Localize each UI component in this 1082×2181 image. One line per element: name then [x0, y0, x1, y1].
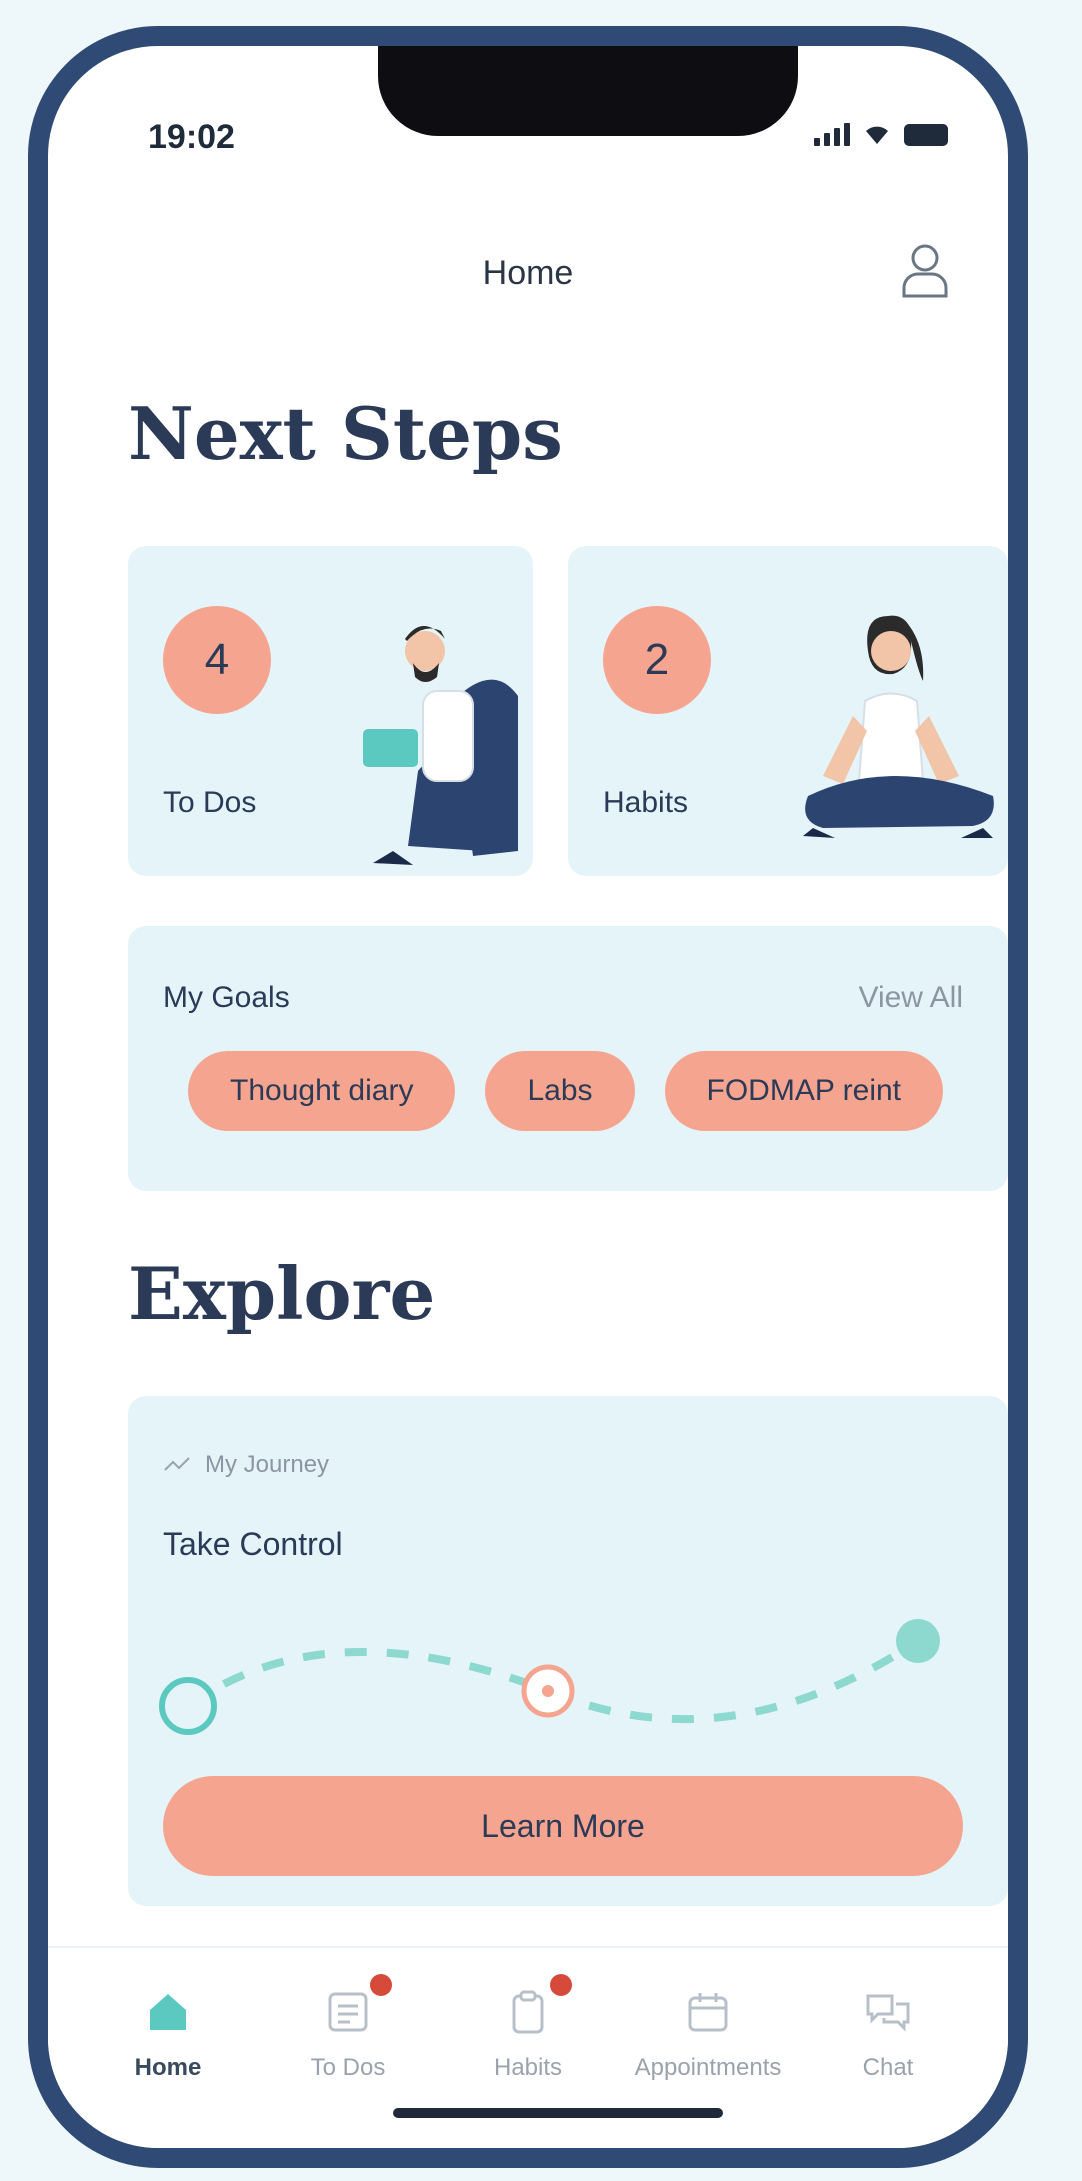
tab-home[interactable]: Home — [78, 1988, 258, 2082]
goal-chips: Thought diary Labs FODMAP reint — [188, 1051, 944, 1131]
notification-dot — [370, 1974, 392, 1996]
person-reading-illustration — [363, 626, 518, 865]
habits-label: Habits — [603, 786, 689, 819]
notification-dot — [550, 1974, 572, 1996]
tab-label: Home — [134, 2054, 202, 2081]
explore-heading: Explore — [128, 1251, 436, 1336]
habits-count-badge: 2 — [603, 606, 711, 714]
chat-icon — [866, 1994, 910, 2032]
tab-habits[interactable]: Habits — [438, 1974, 618, 2082]
list-icon — [324, 1974, 392, 2036]
tab-label: Chat — [862, 2054, 914, 2081]
phone-frame: 19:02 Home Next Steps 4 To Dos 2 Habits — [28, 26, 1028, 2168]
goal-chip[interactable]: Labs — [485, 1051, 635, 1131]
person-meditating-illustration — [803, 615, 994, 838]
goal-chip[interactable]: FODMAP reint — [664, 1051, 944, 1131]
journey-tag: My Journey — [163, 1451, 329, 1479]
view-all-link[interactable]: View All — [858, 981, 963, 1015]
tab-todos[interactable]: To Dos — [258, 1974, 438, 2082]
journey-tag-label: My Journey — [205, 1451, 330, 1478]
journey-title: Take Control — [163, 1526, 343, 1562]
status-icons — [814, 122, 948, 146]
learn-more-button[interactable]: Learn More — [163, 1776, 963, 1876]
todos-card[interactable]: 4 To Dos — [128, 546, 533, 876]
tab-bar: Home To Dos Habits Appointments Chat — [48, 1946, 1008, 2148]
page-title: Home — [482, 254, 574, 292]
home-icon — [150, 1994, 186, 2030]
next-steps-heading: Next Steps — [128, 391, 563, 476]
signal-icon — [814, 123, 850, 146]
home-indicator — [393, 2108, 723, 2118]
journey-path-illustration — [159, 1619, 940, 1735]
tab-label: Appointments — [634, 2054, 782, 2081]
battery-icon — [904, 124, 948, 146]
my-goals-card: My Goals View All Thought diary Labs FOD… — [128, 926, 1008, 1191]
tab-appointments[interactable]: Appointments — [618, 1988, 798, 2082]
tab-chat[interactable]: Chat — [798, 1988, 978, 2082]
trend-icon — [164, 1457, 190, 1471]
tab-label: To Dos — [310, 2054, 386, 2081]
calendar-icon — [688, 1993, 728, 2032]
todos-count-badge: 4 — [163, 606, 271, 714]
journey-card: My Journey Take Control Learn More — [128, 1396, 1008, 1906]
wifi-icon — [866, 126, 888, 144]
tab-label: Habits — [493, 2054, 563, 2081]
status-time: 19:02 — [148, 118, 235, 156]
habits-card[interactable]: 2 Habits — [568, 546, 1008, 876]
todos-label: To Dos — [163, 786, 257, 819]
goal-chip[interactable]: Thought diary — [188, 1051, 456, 1131]
profile-icon[interactable] — [900, 242, 950, 298]
clipboard-icon — [504, 1974, 572, 2036]
goals-title: My Goals — [163, 981, 290, 1014]
notch — [378, 46, 798, 136]
